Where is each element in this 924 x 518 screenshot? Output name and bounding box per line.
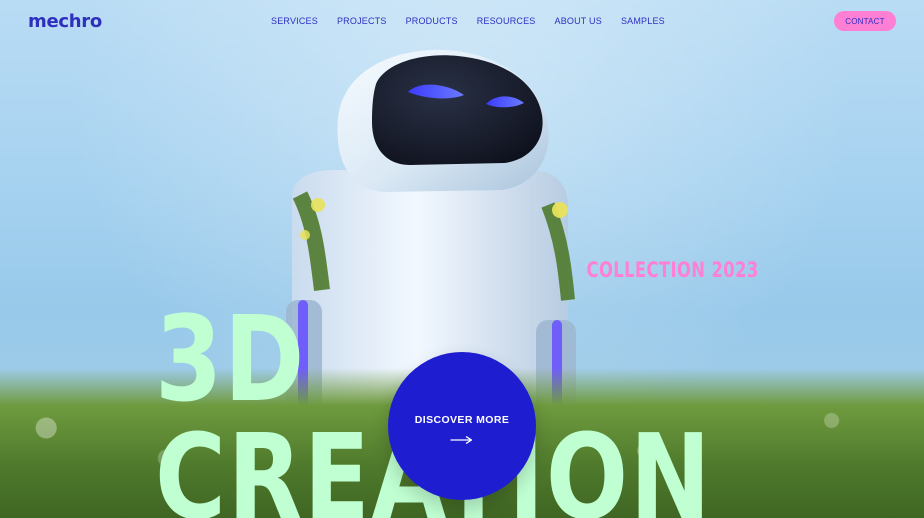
nav-about-us[interactable]: ABOUT US [555, 16, 602, 26]
collection-label: COLLECTION 2023 [586, 258, 759, 282]
primary-navigation: SERVICES PROJECTS PRODUCTS RESOURCES ABO… [271, 16, 665, 26]
nav-services[interactable]: SERVICES [271, 16, 318, 26]
top-nav: mechro SERVICES PROJECTS PRODUCTS RESOUR… [0, 0, 924, 42]
landing-page: mechro SERVICES PROJECTS PRODUCTS RESOUR… [0, 0, 924, 518]
discover-more-label: DISCOVER MORE [414, 413, 510, 426]
contact-button[interactable]: CONTACT [833, 11, 896, 31]
discover-more-button[interactable]: DISCOVER MORE [388, 352, 536, 500]
arrow-right-icon [450, 435, 473, 444]
brand-logo[interactable]: mechro [28, 11, 102, 32]
nav-resources[interactable]: RESOURCES [477, 16, 536, 26]
nav-samples[interactable]: SAMPLES [621, 16, 665, 26]
nav-products[interactable]: PRODUCTS [406, 16, 458, 26]
nav-projects[interactable]: PROJECTS [337, 16, 387, 26]
